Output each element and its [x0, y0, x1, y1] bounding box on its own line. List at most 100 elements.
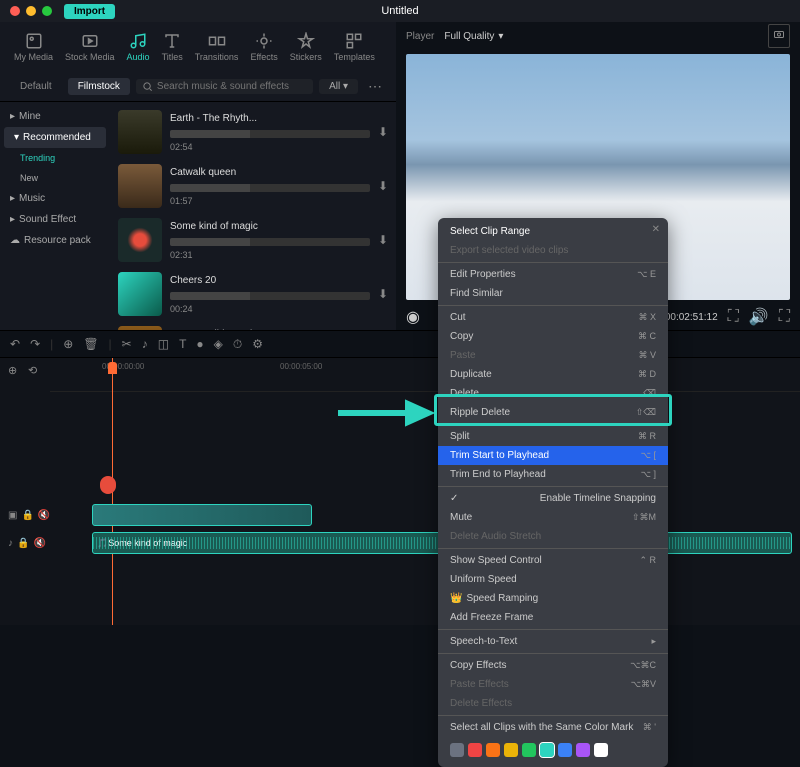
color-swatch[interactable] — [468, 743, 482, 757]
volume-icon[interactable]: 🔊 — [749, 307, 769, 327]
lock-icon[interactable]: 🔒 — [21, 510, 33, 521]
speed-icon[interactable]: ⏱ — [233, 337, 242, 352]
track-visibility-icon[interactable]: ▣ — [8, 510, 17, 521]
minimize-window-button[interactable] — [26, 6, 36, 16]
track-add-icon[interactable]: ⊕ — [8, 364, 17, 377]
ctx-color-mark[interactable]: Select all Clips with the Same Color Mar… — [438, 718, 668, 737]
tab-my-media[interactable]: My Media — [8, 28, 59, 66]
stop-icon[interactable]: ◉ — [406, 307, 420, 327]
subtab-default[interactable]: Default — [10, 78, 62, 95]
color-swatch[interactable] — [594, 743, 608, 757]
ctx-edit-properties[interactable]: Edit Properties⌥ E — [438, 265, 668, 284]
color-swatch[interactable] — [450, 743, 464, 757]
nav-new[interactable]: New — [0, 168, 110, 188]
audio-track-item[interactable]: Happy Holidays-Al...01:09⬇ — [114, 322, 392, 330]
tab-stock-media[interactable]: Stock Media — [59, 28, 121, 66]
track-title: Earth - The Rhyth... — [170, 113, 370, 124]
crop-tool-icon[interactable]: ◫ — [158, 337, 169, 351]
video-clip[interactable] — [92, 504, 312, 526]
ctx-snapping[interactable]: ✓ Enable Timeline Snapping — [438, 489, 668, 508]
download-icon[interactable]: ⬇ — [378, 233, 388, 247]
color-swatch[interactable] — [486, 743, 500, 757]
ctx-copy[interactable]: Copy⌘ C — [438, 327, 668, 346]
download-icon[interactable]: ⬇ — [378, 287, 388, 301]
nav-music[interactable]: ▸ Music — [0, 188, 110, 209]
color-swatch[interactable] — [558, 743, 572, 757]
waveform-icon — [170, 238, 370, 246]
pointer-tool-icon[interactable]: ⊕ — [63, 337, 73, 351]
tab-effects[interactable]: Effects — [244, 28, 283, 66]
audio-track-item[interactable]: Cheers 2000:24⬇ — [114, 268, 392, 320]
track-title: Cheers 20 — [170, 275, 370, 286]
ctx-find-similar[interactable]: Find Similar — [438, 284, 668, 303]
ctx-speed-control[interactable]: Show Speed Control⌃ R — [438, 551, 668, 570]
tab-stickers[interactable]: Stickers — [284, 28, 328, 66]
download-icon[interactable]: ⬇ — [378, 179, 388, 193]
search-box[interactable] — [136, 79, 313, 94]
filter-all[interactable]: All ▾ — [319, 79, 358, 94]
ctx-copy-effects[interactable]: Copy Effects⌥⌘C — [438, 656, 668, 675]
download-icon[interactable]: ⬇ — [378, 125, 388, 139]
ctx-freeze-frame[interactable]: Add Freeze Frame — [438, 608, 668, 627]
color-swatch[interactable] — [522, 743, 536, 757]
close-window-button[interactable] — [10, 6, 20, 16]
nav-resource-pack[interactable]: ☁ Resource pack — [0, 230, 110, 251]
ctx-trim-start[interactable]: Trim Start to Playhead⌥ [ — [438, 446, 668, 465]
ctx-delete[interactable]: Delete⌫ — [438, 384, 668, 403]
ctx-uniform-speed[interactable]: Uniform Speed — [438, 570, 668, 589]
track-title: Some kind of magic — [170, 221, 370, 232]
ctx-cut[interactable]: Cut⌘ X — [438, 308, 668, 327]
color-swatch[interactable] — [504, 743, 518, 757]
ctx-duplicate[interactable]: Duplicate⌘ D — [438, 365, 668, 384]
tab-transitions[interactable]: Transitions — [189, 28, 245, 66]
audio-track-item[interactable]: Some kind of magic02:31⬇ — [114, 214, 392, 266]
ctx-paste: Paste⌘ V — [438, 346, 668, 365]
quality-selector[interactable]: Full Quality ▾ — [444, 31, 503, 42]
close-icon[interactable]: ✕ — [652, 224, 660, 235]
crown-icon: 👑 — [450, 593, 462, 604]
cut-tool-icon[interactable]: ✂ — [122, 337, 132, 351]
nav-recommended[interactable]: ▾ Recommended — [4, 127, 106, 148]
window-controls — [10, 6, 52, 16]
tab-templates[interactable]: Templates — [328, 28, 381, 66]
ctx-split[interactable]: Split⌘ R — [438, 427, 668, 446]
tab-audio[interactable]: Audio — [121, 28, 156, 66]
fullscreen-icon[interactable]: ⛶ — [779, 308, 790, 326]
maximize-window-button[interactable] — [42, 6, 52, 16]
import-button[interactable]: Import — [64, 4, 115, 19]
search-input[interactable] — [157, 81, 307, 92]
subtab-filmstock[interactable]: Filmstock — [68, 78, 130, 95]
marker-icon[interactable]: ◈ — [214, 337, 223, 351]
undo-icon[interactable]: ↶ — [10, 337, 20, 351]
ctx-ripple-delete[interactable]: Ripple Delete⇧⌫ — [438, 403, 668, 422]
timeline-marker[interactable] — [100, 476, 116, 494]
ctx-speed-ramping[interactable]: 👑Speed Ramping — [438, 589, 668, 608]
text-tool-icon[interactable]: T — [179, 337, 186, 351]
time-ruler[interactable]: 00:00:00:00 00:00:05:00 00:00:10:00 — [50, 358, 800, 392]
crop-icon[interactable]: ⛶ — [728, 308, 739, 326]
nav-sound-effect[interactable]: ▸ Sound Effect — [0, 209, 110, 230]
ctx-trim-end[interactable]: Trim End to Playhead⌥ ] — [438, 465, 668, 484]
ctx-speech-to-text[interactable]: Speech-to-Text▸ — [438, 632, 668, 651]
audio-track-item[interactable]: Earth - The Rhyth...02:54⬇ — [114, 106, 392, 158]
more-options-icon[interactable]: ⋯ — [364, 78, 386, 95]
color-swatch[interactable] — [576, 743, 590, 757]
tab-titles[interactable]: Titles — [156, 28, 189, 66]
redo-icon[interactable]: ↷ — [30, 337, 40, 351]
audio-track-item[interactable]: Catwalk queen01:57⬇ — [114, 160, 392, 212]
ctx-mute[interactable]: Mute⇧⌘M — [438, 508, 668, 527]
track-audio-icon[interactable]: ♪ — [8, 538, 13, 549]
music-tool-icon[interactable]: ♪ — [142, 337, 148, 351]
nav-trending[interactable]: Trending — [0, 148, 110, 168]
sliders-icon[interactable]: ⚙ — [252, 337, 263, 351]
mute-icon[interactable]: 🔇 — [33, 538, 45, 549]
color-swatch[interactable] — [540, 743, 554, 757]
delete-icon[interactable]: 🗑 — [83, 337, 98, 351]
nav-mine[interactable]: ▸ Mine — [0, 106, 110, 127]
record-icon[interactable]: ● — [196, 337, 203, 351]
snapshot-icon[interactable] — [768, 24, 790, 48]
lock-icon[interactable]: 🔒 — [17, 538, 29, 549]
mute-icon[interactable]: 🔇 — [38, 510, 50, 521]
category-nav: ▸ Mine ▾ Recommended Trending New ▸ Musi… — [0, 102, 110, 330]
track-link-icon[interactable]: ⟲ — [28, 364, 37, 377]
